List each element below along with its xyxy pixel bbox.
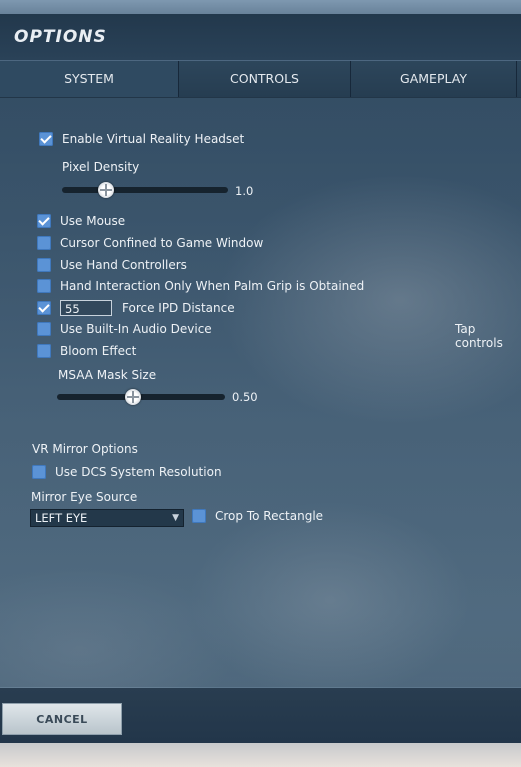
bloom-checkbox[interactable] — [37, 344, 51, 358]
tab-system[interactable]: SYSTEM — [0, 61, 179, 97]
eye-source-label: Mirror Eye Source — [31, 490, 138, 504]
hand-controllers-checkbox[interactable] — [37, 258, 51, 272]
palm-grip-label: Hand Interaction Only When Palm Grip is … — [60, 279, 365, 293]
cursor-confined-label: Cursor Confined to Game Window — [60, 236, 264, 250]
force-ipd-label: Force IPD Distance — [122, 301, 235, 315]
enable-vr-label: Enable Virtual Reality Headset — [62, 132, 245, 146]
pixel-density-track — [62, 187, 228, 193]
builtin-audio-checkbox[interactable] — [37, 322, 51, 336]
cursor-confined-row[interactable]: Cursor Confined to Game Window — [37, 236, 263, 250]
hand-controllers-row[interactable]: Use Hand Controllers — [37, 258, 187, 272]
msaa-slider[interactable] — [57, 389, 227, 405]
chevron-down-icon: ▼ — [172, 513, 179, 523]
bloom-label: Bloom Effect — [60, 344, 137, 358]
use-mouse-row[interactable]: Use Mouse — [37, 214, 125, 228]
bloom-row[interactable]: Bloom Effect — [37, 344, 136, 358]
builtin-audio-label: Use Built-In Audio Device — [60, 322, 212, 336]
tab-controls[interactable]: CONTROLS — [179, 61, 351, 97]
msaa-track — [57, 394, 225, 400]
background-sky — [0, 743, 521, 767]
msaa-label: MSAA Mask Size — [58, 368, 157, 382]
eye-source-dropdown[interactable]: LEFT EYE ▼ — [30, 509, 184, 527]
tab-bar: SYSTEM CONTROLS GAMEPLAY — [0, 60, 521, 98]
pixel-density-handle[interactable] — [98, 182, 114, 198]
enable-vr-checkbox[interactable] — [39, 132, 53, 146]
pixel-density-slider[interactable] — [62, 182, 230, 198]
ipd-input[interactable]: 55 — [60, 300, 112, 316]
tap-controls-label[interactable]: Tap controls — [455, 322, 521, 350]
palm-grip-row[interactable]: Hand Interaction Only When Palm Grip is … — [37, 279, 364, 293]
builtin-audio-row[interactable]: Use Built-In Audio Device — [37, 322, 212, 336]
page-title: OPTIONS — [14, 27, 107, 47]
tab-gameplay[interactable]: GAMEPLAY — [351, 61, 517, 97]
pixel-density-label: Pixel Density — [62, 160, 140, 174]
force-ipd-checkbox[interactable] — [37, 301, 51, 315]
eye-source-value: LEFT EYE — [35, 511, 88, 525]
msaa-handle[interactable] — [125, 389, 141, 405]
crop-rectangle-label: Crop To Rectangle — [215, 509, 324, 523]
msaa-value: 0.50 — [232, 390, 258, 404]
pixel-density-value: 1.0 — [235, 184, 254, 198]
palm-grip-checkbox[interactable] — [37, 279, 51, 293]
enable-vr-row[interactable]: Enable Virtual Reality Headset — [39, 132, 244, 146]
dcs-resolution-row[interactable]: Use DCS System Resolution — [32, 465, 222, 479]
dcs-resolution-label: Use DCS System Resolution — [55, 465, 222, 479]
use-mouse-checkbox[interactable] — [37, 214, 51, 228]
force-ipd-row[interactable]: 55 Force IPD Distance — [37, 300, 235, 316]
crop-rectangle-row[interactable]: Crop To Rectangle — [192, 509, 323, 523]
hand-controllers-label: Use Hand Controllers — [60, 258, 187, 272]
cancel-button[interactable]: CANCEL — [2, 703, 122, 735]
crop-rectangle-checkbox[interactable] — [192, 509, 206, 523]
cursor-confined-checkbox[interactable] — [37, 236, 51, 250]
use-mouse-label: Use Mouse — [60, 214, 126, 228]
mirror-heading: VR Mirror Options — [32, 442, 138, 456]
dcs-resolution-checkbox[interactable] — [32, 465, 46, 479]
